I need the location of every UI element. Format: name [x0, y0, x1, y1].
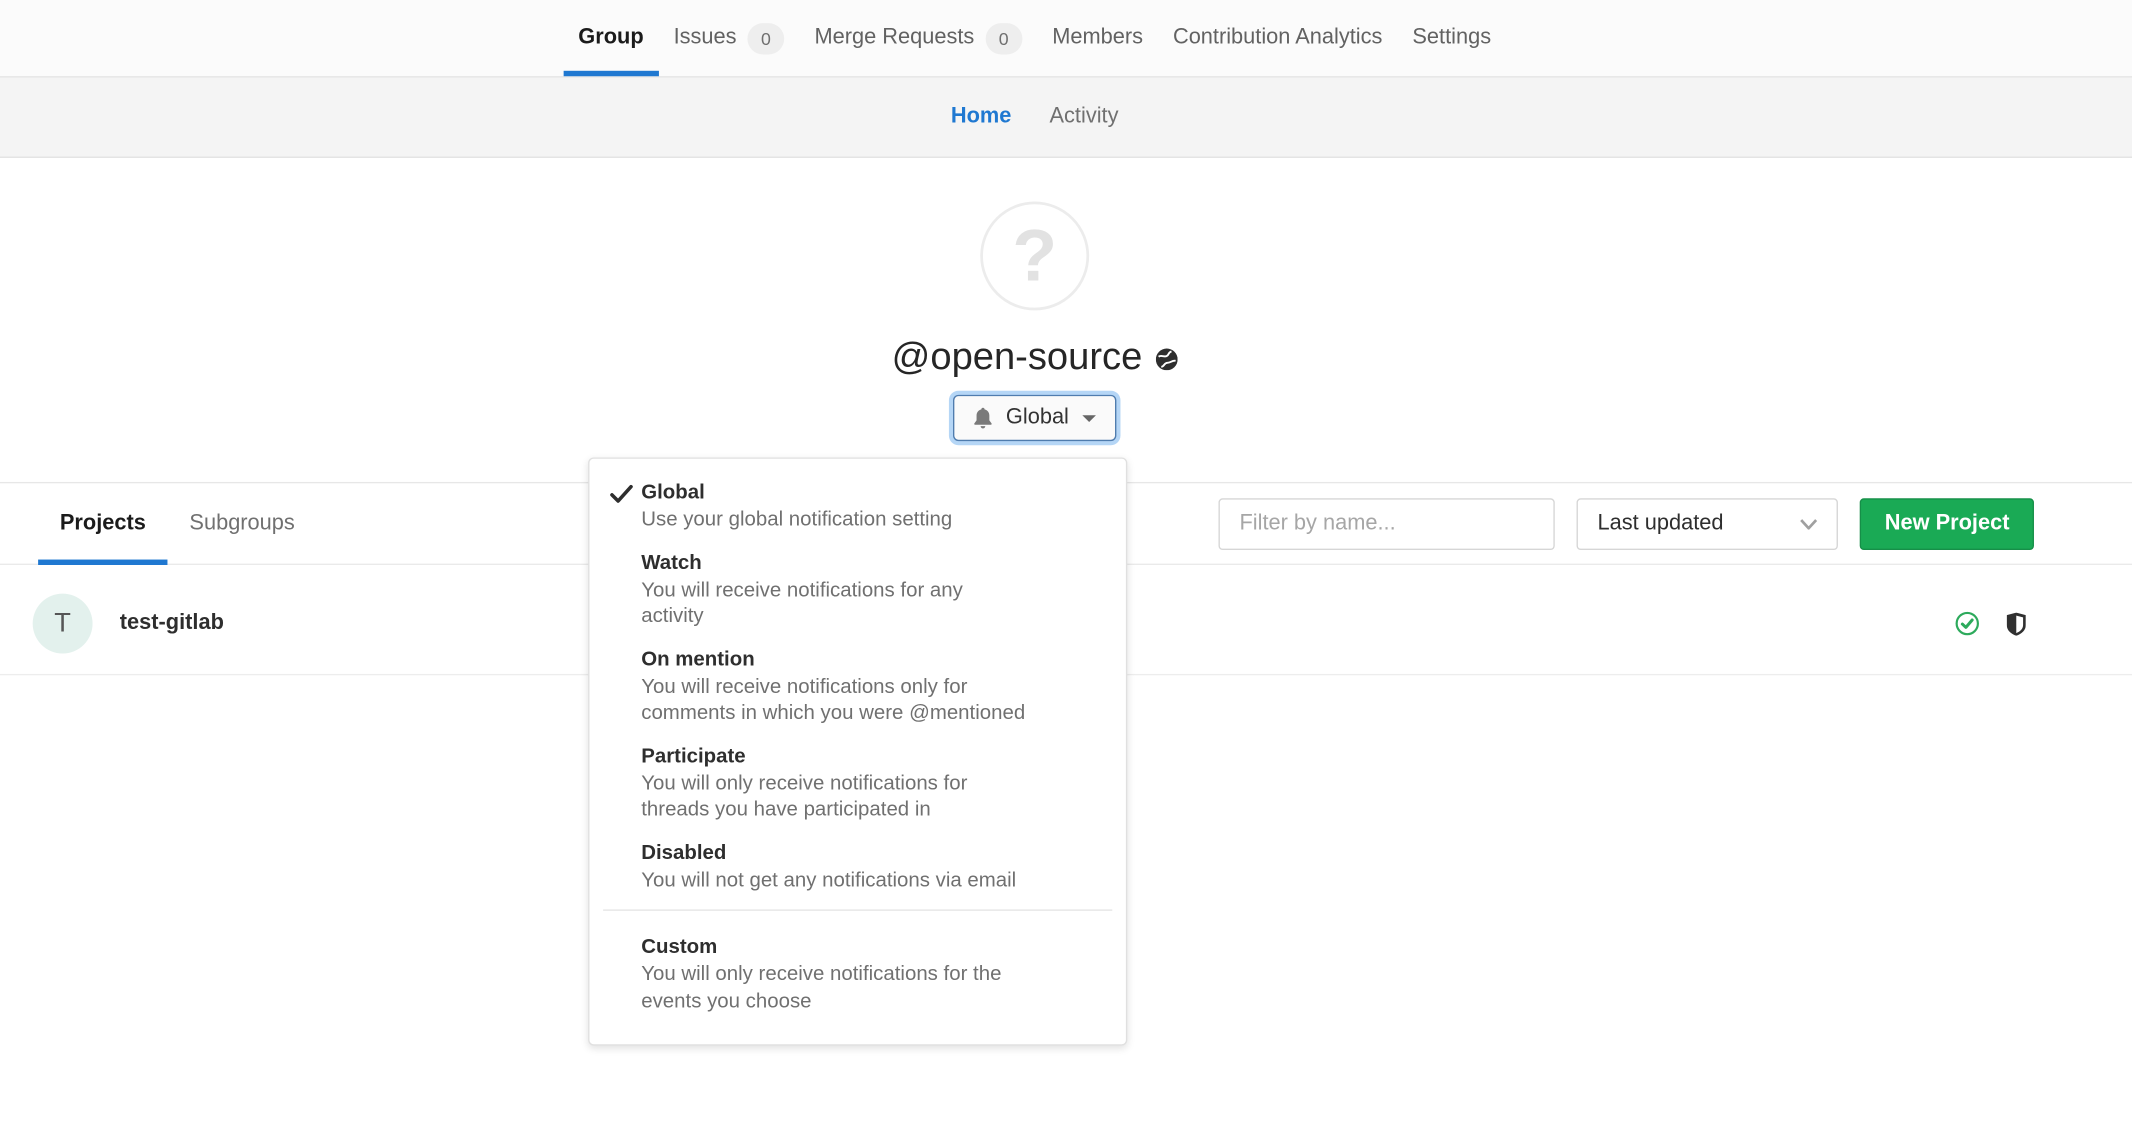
sub-nav-item-home[interactable]: Home — [951, 105, 1012, 130]
dropdown-item-disabled[interactable]: Disabled You will not get any notificati… — [589, 839, 1125, 893]
sub-nav-item-activity[interactable]: Activity — [1050, 105, 1119, 130]
nav-item-label: Group — [578, 26, 643, 51]
projects-tabs: Projects Subgroups — [38, 483, 316, 563]
tab-subgroups[interactable]: Subgroups — [168, 483, 317, 563]
issues-count-badge: 0 — [747, 22, 784, 53]
pipeline-passed-icon[interactable] — [1955, 611, 1980, 636]
nav-item-settings[interactable]: Settings — [1397, 0, 1506, 76]
group-title: @open-source — [0, 335, 2069, 379]
shield-icon — [2007, 612, 2026, 635]
dropdown-item-watch[interactable]: Watch You will receive notifications for… — [589, 549, 1125, 629]
dropdown-item-label: Disabled — [641, 839, 1093, 866]
nav-item-issues[interactable]: Issues 0 — [659, 0, 800, 76]
chevron-down-icon — [1800, 518, 1818, 529]
nav-item-label: Settings — [1412, 26, 1491, 51]
caret-down-icon — [1083, 415, 1097, 422]
dropdown-item-label: On mention — [641, 646, 1093, 673]
dropdown-item-desc: You will receive notifications for any a… — [641, 577, 1093, 630]
dropdown-divider — [603, 909, 1112, 910]
dropdown-item-on-mention[interactable]: On mention You will receive notification… — [589, 646, 1125, 726]
bell-icon — [973, 407, 992, 429]
group-header: ? @open-source Global — [0, 158, 2132, 482]
gitlab-group-page: Group Issues 0 Merge Requests 0 Members … — [0, 0, 2132, 1132]
projects-controls: Last updated New Project — [1219, 498, 2034, 550]
dropdown-item-label: Participate — [641, 743, 1093, 770]
nav-item-contribution-analytics[interactable]: Contribution Analytics — [1158, 0, 1397, 76]
dropdown-item-desc: You will only receive notifications for … — [641, 961, 1093, 1014]
dropdown-item-desc: You will only receive notifications for … — [641, 770, 1093, 823]
earth-icon — [1156, 349, 1178, 371]
dropdown-item-desc: Use your global notification setting — [641, 506, 1093, 533]
notification-level-button[interactable]: Global — [953, 395, 1117, 441]
sort-dropdown-label: Last updated — [1598, 511, 1724, 536]
group-nav-list: Group Issues 0 Merge Requests 0 Members … — [563, 0, 1506, 76]
dropdown-item-label: Watch — [641, 549, 1093, 576]
nav-item-label: Merge Requests — [814, 26, 974, 51]
tab-projects[interactable]: Projects — [38, 483, 168, 563]
dropdown-item-global[interactable]: Global Use your global notification sett… — [589, 479, 1125, 533]
nav-item-label: Issues — [674, 26, 737, 51]
dropdown-item-participate[interactable]: Participate You will only receive notifi… — [589, 743, 1125, 823]
check-icon — [610, 485, 633, 504]
project-avatar: T — [33, 594, 93, 654]
new-project-button[interactable]: New Project — [1860, 498, 2034, 550]
project-name-link[interactable]: test-gitlab — [120, 611, 224, 636]
project-avatar-initial: T — [54, 608, 71, 639]
group-name: @open-source — [892, 335, 1143, 379]
merge-requests-count-badge: 0 — [985, 22, 1022, 53]
project-row-icons — [1955, 611, 2026, 636]
notification-dropdown: Global Use your global notification sett… — [588, 457, 1127, 1045]
nav-item-group[interactable]: Group — [563, 0, 658, 76]
group-avatar-placeholder: ? — [1012, 214, 1057, 298]
nav-item-members[interactable]: Members — [1037, 0, 1158, 76]
nav-item-label: Members — [1052, 26, 1143, 51]
notification-level-label: Global — [1006, 406, 1069, 431]
dropdown-item-desc: You will receive notifications only for … — [641, 673, 1093, 726]
dropdown-item-label: Custom — [641, 934, 1093, 961]
group-avatar: ? — [980, 201, 1089, 310]
dropdown-item-desc: You will not get any notifications via e… — [641, 867, 1093, 894]
group-sub-nav: Home Activity — [0, 78, 2132, 158]
filter-by-name-input[interactable] — [1219, 498, 1555, 550]
sort-dropdown[interactable]: Last updated — [1577, 498, 1838, 550]
dropdown-item-custom[interactable]: Custom You will only receive notificatio… — [589, 934, 1125, 1014]
group-nav: Group Issues 0 Merge Requests 0 Members … — [0, 0, 2132, 78]
nav-item-label: Contribution Analytics — [1173, 26, 1382, 51]
nav-item-merge-requests[interactable]: Merge Requests 0 — [799, 0, 1037, 76]
dropdown-item-label: Global — [641, 479, 1093, 506]
